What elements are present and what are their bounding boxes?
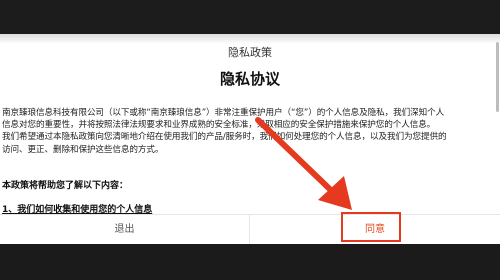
body-line: 信息对您的重要性，并将按照法律法规要求和业界成熟的安全标准，采取相应的安全保护措… (2, 120, 436, 131)
body-line: 南京臻琅信息科技有限公司（以下或称“南京臻琅信息”）非常注重保护用户（“您”）的… (2, 108, 445, 118)
agree-button[interactable]: 同意 (250, 215, 500, 245)
privacy-policy-body: 南京臻琅信息科技有限公司（以下或称“南京臻琅信息”）非常注重保护用户（“您”）的… (2, 107, 496, 156)
body-line: 访问、更正、删除和保护这些信息的方式。 (2, 144, 164, 155)
top-dark-bar (0, 0, 500, 34)
scrollbar-thumb[interactable] (496, 42, 499, 112)
dialog-button-bar: 退出 同意 (0, 214, 500, 245)
exit-button[interactable]: 退出 (0, 215, 250, 245)
section-intro: 本政策将帮助您了解以下内容： (2, 181, 129, 191)
top-bar-shadow (0, 34, 500, 44)
body-line: 我们希望通过本隐私政策向您清晰地介绍在使用我们的产品/服务时，我们如何处理您的个… (2, 132, 447, 143)
document-title: 隐私协议 (219, 70, 280, 88)
dialog-title: 隐私政策 (228, 46, 272, 59)
bottom-dark-bar (0, 244, 500, 280)
